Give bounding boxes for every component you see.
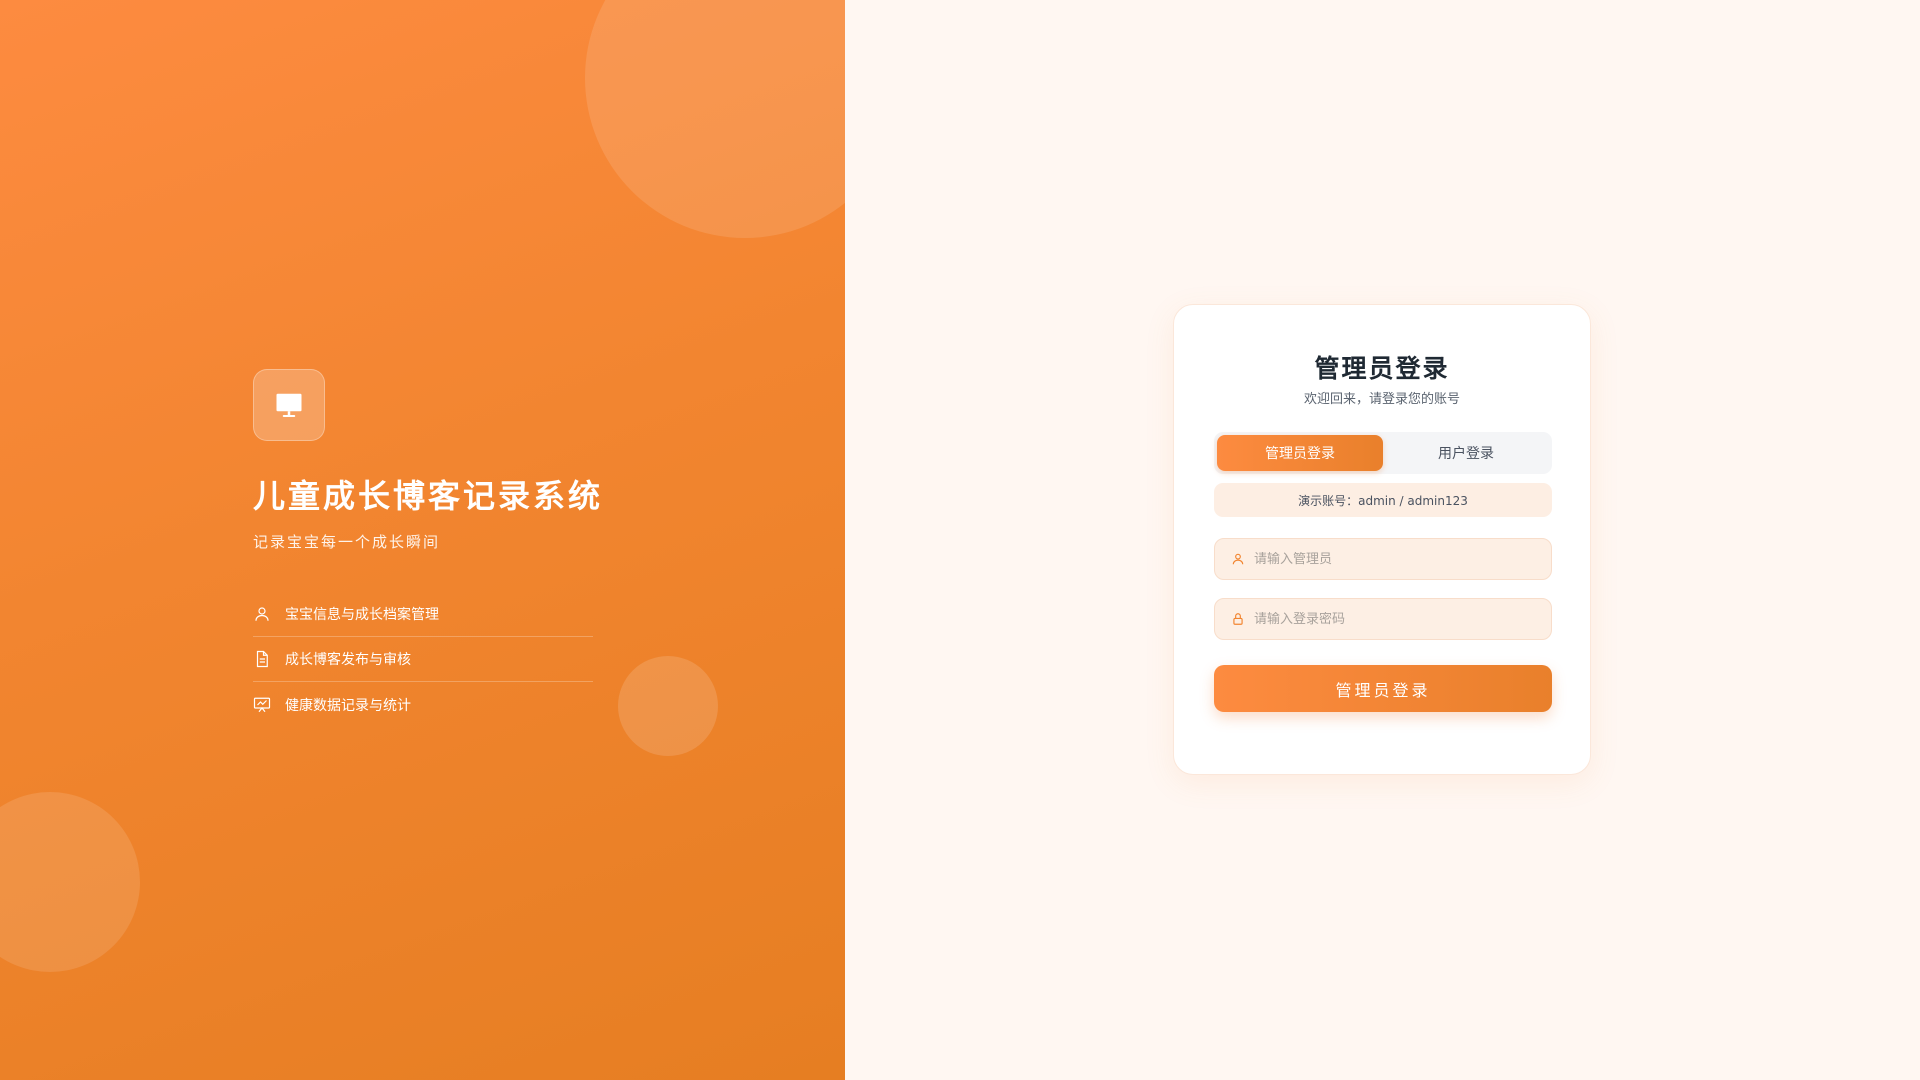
password-field[interactable] [1214, 598, 1552, 640]
username-input[interactable] [1254, 551, 1551, 567]
tab-user-login[interactable]: 用户登录 [1383, 435, 1549, 471]
app-subtitle: 记录宝宝每一个成长瞬间 [253, 533, 441, 551]
password-input[interactable] [1254, 611, 1551, 627]
feature-label: 健康数据记录与统计 [285, 697, 411, 714]
brand-panel: 儿童成长博客记录系统 记录宝宝每一个成长瞬间 宝宝信息与成长档案管理 成长博客发… [0, 0, 845, 1080]
login-subtitle: 欢迎回来，请登录您的账号 [1303, 392, 1460, 407]
app-title: 儿童成长博客记录系统 [253, 477, 604, 515]
feature-item: 健康数据记录与统计 [253, 682, 593, 727]
user-icon [1231, 552, 1245, 566]
feature-list: 宝宝信息与成长档案管理 成长博客发布与审核 健康数据记录与统计 [253, 592, 593, 727]
document-icon [253, 650, 271, 668]
login-area: 管理员登录 欢迎回来，请登录您的账号 管理员登录 用户登录 演示账号：admin… [845, 0, 1920, 1080]
login-submit-button[interactable]: 管理员登录 [1214, 665, 1552, 712]
login-card: 管理员登录 欢迎回来，请登录您的账号 管理员登录 用户登录 演示账号：admin… [1173, 304, 1591, 775]
decorative-circle [618, 656, 718, 756]
lock-icon [1231, 612, 1245, 626]
login-title: 管理员登录 [1314, 354, 1450, 383]
monitor-icon [253, 369, 325, 441]
chart-board-icon [253, 696, 271, 714]
demo-account-hint: 演示账号：admin / admin123 [1214, 483, 1552, 517]
user-icon [253, 605, 271, 623]
brand-block: 儿童成长博客记录系统 记录宝宝每一个成长瞬间 宝宝信息与成长档案管理 成长博客发… [253, 369, 604, 727]
feature-label: 宝宝信息与成长档案管理 [285, 607, 439, 623]
login-page: 儿童成长博客记录系统 记录宝宝每一个成长瞬间 宝宝信息与成长档案管理 成长博客发… [0, 0, 1920, 1080]
feature-item: 成长博客发布与审核 [253, 637, 593, 682]
tab-admin-login[interactable]: 管理员登录 [1217, 435, 1383, 471]
decorative-circle [585, 0, 845, 238]
login-tabs: 管理员登录 用户登录 [1214, 432, 1552, 474]
username-field[interactable] [1214, 538, 1552, 580]
feature-label: 成长博客发布与审核 [285, 652, 411, 668]
feature-item: 宝宝信息与成长档案管理 [253, 592, 593, 637]
decorative-circle [0, 792, 140, 972]
